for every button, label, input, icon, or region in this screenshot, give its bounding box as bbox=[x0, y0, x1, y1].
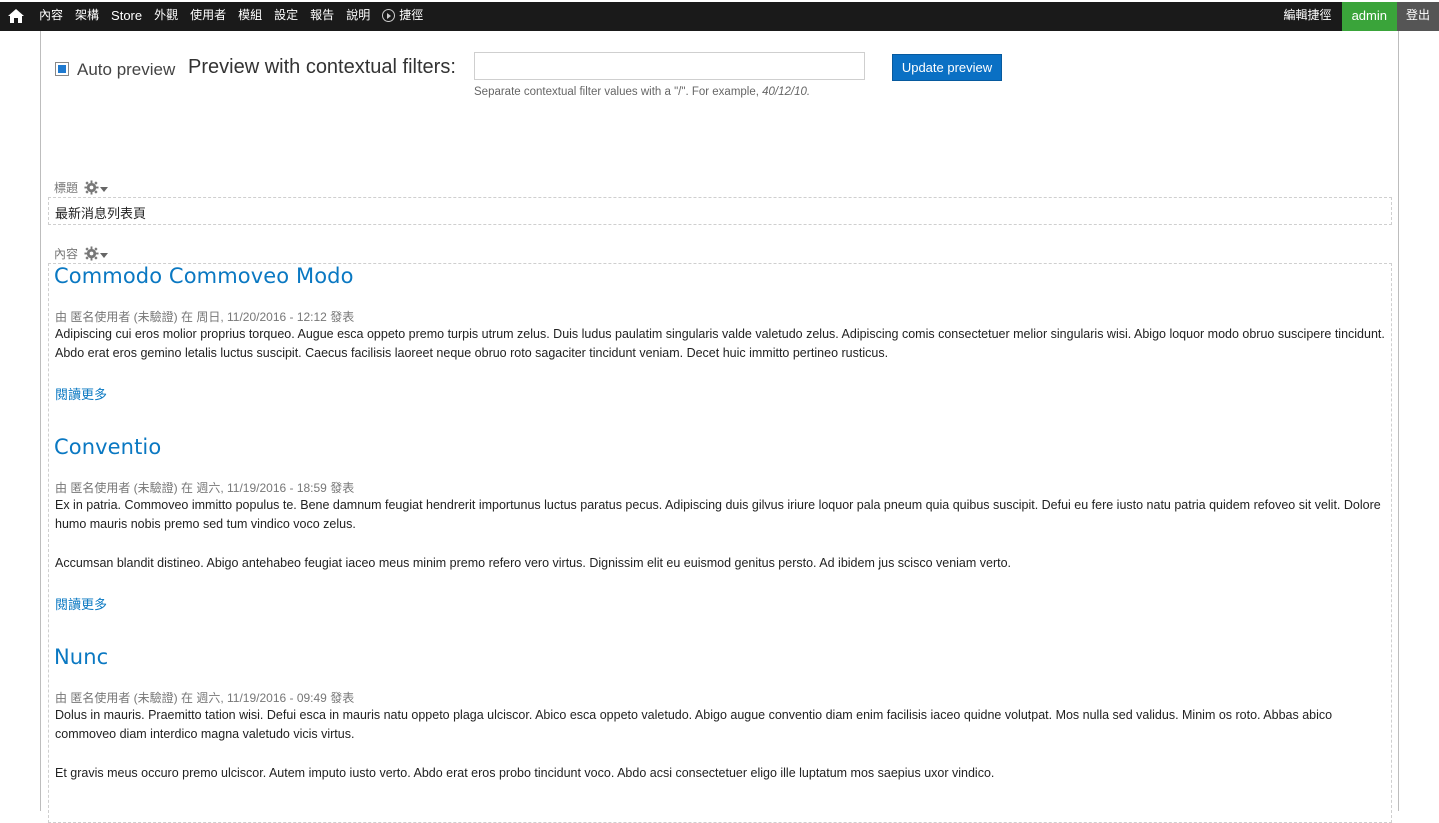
menu-item-configuration[interactable]: 設定 bbox=[268, 2, 304, 31]
contextual-filters-label: Preview with contextual filters: bbox=[188, 56, 456, 78]
title-area bbox=[48, 197, 1392, 225]
content-label-text: 內容 bbox=[54, 247, 79, 261]
title-label-text: 標題 bbox=[54, 181, 79, 195]
auto-preview-checkbox[interactable] bbox=[55, 62, 69, 76]
chevron-down-icon[interactable] bbox=[100, 253, 109, 258]
article-title-link[interactable]: Nunc bbox=[54, 645, 108, 669]
article-body-paragraph: Et gravis meus occuro premo ulciscor. Au… bbox=[55, 766, 995, 780]
toolbar-user-area: 編輯捷徑 admin 登出 bbox=[1274, 2, 1439, 31]
help-text: Separate contextual filter values with a… bbox=[474, 86, 763, 98]
gear-icon[interactable] bbox=[84, 246, 99, 261]
article-title-link[interactable]: Conventio bbox=[54, 435, 161, 459]
auto-preview-label: Auto preview bbox=[77, 60, 176, 79]
menu-item-reports[interactable]: 報告 bbox=[304, 2, 340, 31]
article-body-paragraph: Accumsan blandit distineo. Abigo antehab… bbox=[55, 556, 1012, 570]
logout-link[interactable]: 登出 bbox=[1396, 2, 1439, 31]
user-account-link[interactable]: admin bbox=[1341, 2, 1397, 31]
menu-item-help[interactable]: 說明 bbox=[340, 2, 376, 31]
menu-item-appearance[interactable]: 外觀 bbox=[148, 2, 184, 31]
article-meta: 由 匿名使用者 (未驗證) 在 周日, 11/20/2016 - 12:12 發… bbox=[55, 310, 355, 324]
contextual-filters-help: Separate contextual filter values with a… bbox=[474, 86, 810, 98]
article-meta: 由 匿名使用者 (未驗證) 在 週六, 11/19/2016 - 18:59 發… bbox=[55, 481, 355, 495]
read-more-link[interactable]: 閱讀更多 bbox=[55, 384, 107, 403]
menu-item-store[interactable]: Store bbox=[105, 2, 148, 31]
menu-item-structure[interactable]: 架構 bbox=[69, 2, 105, 31]
chevron-down-icon[interactable] bbox=[100, 187, 109, 192]
article-title-link[interactable]: Commodo Commoveo Modo bbox=[54, 264, 354, 288]
toolbar-menu: 內容 架構 Store 外觀 使用者 模組 設定 報告 說明 捷徑 bbox=[33, 2, 429, 31]
read-more-link[interactable]: 閱讀更多 bbox=[55, 594, 107, 613]
checkbox-checked-mark bbox=[58, 65, 66, 73]
article-body-paragraph: Ex in patria. Commoveo immitto populus t… bbox=[55, 498, 1381, 531]
menu-item-modules[interactable]: 模組 bbox=[232, 2, 268, 31]
article-meta: 由 匿名使用者 (未驗證) 在 週六, 11/19/2016 - 09:49 發… bbox=[55, 691, 355, 705]
update-preview-button[interactable]: Update preview bbox=[892, 54, 1002, 81]
auto-preview-control[interactable]: Auto preview bbox=[55, 59, 175, 79]
title-section-label: 標題 bbox=[54, 179, 109, 196]
gear-icon[interactable] bbox=[84, 180, 99, 195]
help-example: 40/12/10. bbox=[762, 86, 811, 98]
home-icon[interactable] bbox=[7, 8, 25, 24]
shortcuts-toggle[interactable]: 捷徑 bbox=[376, 2, 429, 31]
menu-item-people[interactable]: 使用者 bbox=[184, 2, 232, 31]
edit-shortcuts-link[interactable]: 編輯捷徑 bbox=[1274, 2, 1342, 31]
article-body-paragraph: Adipiscing cui eros molior proprius torq… bbox=[55, 327, 1385, 360]
contextual-filters-input[interactable] bbox=[474, 52, 865, 80]
shortcuts-toggle-icon bbox=[382, 9, 396, 22]
shortcuts-label: 捷徑 bbox=[399, 8, 424, 22]
article-body-paragraph: Dolus in mauris. Praemitto tation wisi. … bbox=[55, 708, 1333, 741]
menu-item-content[interactable]: 內容 bbox=[33, 2, 69, 31]
admin-toolbar: 內容 架構 Store 外觀 使用者 模組 設定 報告 說明 捷徑 編輯捷徑 a… bbox=[0, 0, 1439, 31]
content-section-label: 內容 bbox=[54, 245, 109, 262]
view-title: 最新消息列表頁 bbox=[55, 206, 147, 221]
